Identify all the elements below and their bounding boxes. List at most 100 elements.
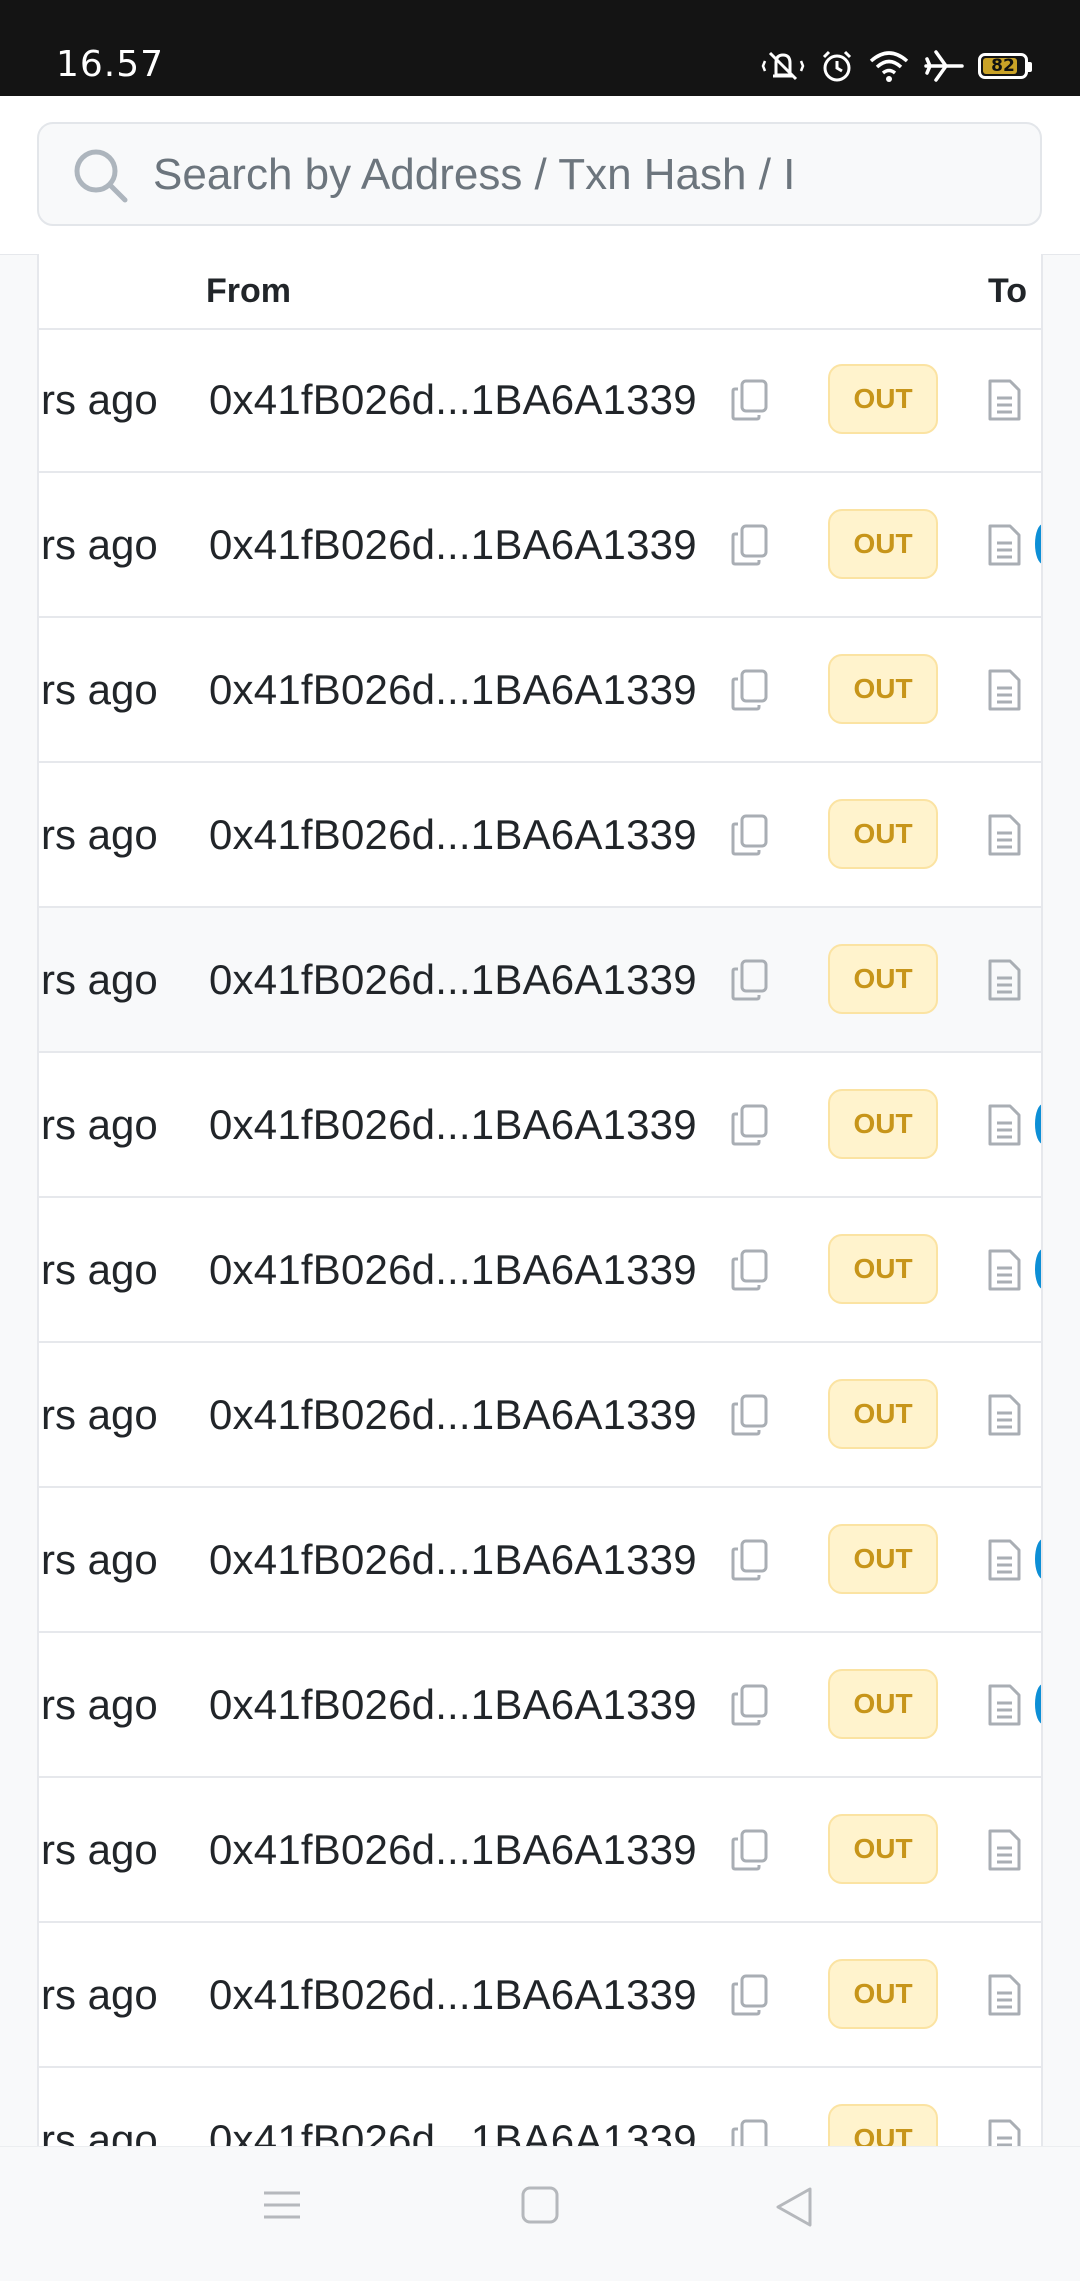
table-row[interactable]: rs ago 0x41fB026d...1BA6A1339 OUT [39, 473, 1041, 618]
search-box[interactable] [37, 122, 1042, 226]
from-address-link[interactable]: 0x41fB026d...1BA6A1339 [209, 473, 697, 616]
direction-badge: OUT [828, 1089, 938, 1159]
from-address-link[interactable]: 0x41fB026d...1BA6A1339 [209, 618, 697, 761]
from-address-link[interactable]: 0x41fB026d...1BA6A1339 [209, 1778, 697, 1921]
from-address-link[interactable]: 0x41fB026d...1BA6A1339 [209, 328, 697, 471]
txn-age: rs ago [41, 1391, 158, 1438]
table-row[interactable]: rs ago 0x41fB026d...1BA6A1339 OUT [39, 1343, 1041, 1488]
contract-document-icon [986, 1683, 1022, 1732]
direction-badge: OUT [828, 1814, 938, 1884]
table-row[interactable]: rs ago 0x41fB026d...1BA6A1339 OUT [39, 1778, 1041, 1923]
txn-age: rs ago [41, 1826, 158, 1873]
txn-age: rs ago [41, 1536, 158, 1583]
contract-document-icon [986, 1973, 1022, 2022]
txn-age: rs ago [41, 666, 158, 713]
copy-icon[interactable] [730, 1683, 770, 1732]
transactions-table: From To rs ago 0x41fB026d...1BA6A1339 OUT r… [37, 254, 1043, 2146]
copy-icon[interactable] [730, 1103, 770, 1152]
txn-age: rs ago [41, 1681, 158, 1728]
contract-document-icon [986, 1828, 1022, 1877]
direction-badge: OUT [828, 364, 938, 434]
copy-icon[interactable] [730, 378, 770, 427]
table-row[interactable]: rs ago 0x41fB026d...1BA6A1339 OUT [39, 1488, 1041, 1633]
from-address-link[interactable]: 0x41fB026d...1BA6A1339 [209, 2068, 697, 2146]
table-row[interactable]: rs ago 0x41fB026d...1BA6A1339 OUT [39, 908, 1041, 1053]
contract-document-icon [986, 1393, 1022, 1442]
copy-icon[interactable] [730, 1393, 770, 1442]
menu-icon[interactable] [262, 2185, 302, 2225]
to-address-link[interactable] [1035, 524, 1041, 564]
direction-badge: OUT [828, 2104, 938, 2146]
table-row[interactable]: rs ago 0x41fB026d...1BA6A1339 OUT [39, 2068, 1041, 2146]
copy-icon[interactable] [730, 1828, 770, 1877]
txn-age: rs ago [41, 811, 158, 858]
direction-badge: OUT [828, 944, 938, 1014]
txn-age: rs ago [41, 1246, 158, 1293]
table-row[interactable]: rs ago 0x41fB026d...1BA6A1339 OUT [39, 1923, 1041, 2068]
copy-icon[interactable] [730, 2118, 770, 2146]
copy-icon[interactable] [730, 958, 770, 1007]
search-input[interactable] [151, 124, 845, 226]
txn-age: rs ago [41, 376, 158, 423]
from-address-link[interactable]: 0x41fB026d...1BA6A1339 [209, 1488, 697, 1631]
from-address-link[interactable]: 0x41fB026d...1BA6A1339 [209, 1923, 697, 2066]
contract-document-icon [986, 378, 1022, 427]
txn-age: rs ago [41, 956, 158, 1003]
direction-badge: OUT [828, 1234, 938, 1304]
back-icon[interactable] [774, 2185, 814, 2229]
direction-badge: OUT [828, 1669, 938, 1739]
battery-icon: 82 [978, 53, 1032, 79]
home-icon[interactable] [520, 2185, 560, 2225]
to-address-link[interactable] [1035, 1684, 1041, 1724]
direction-badge: OUT [828, 509, 938, 579]
from-address-link[interactable]: 0x41fB026d...1BA6A1339 [209, 763, 697, 906]
status-time: 16.57 [56, 44, 165, 85]
from-address-link[interactable]: 0x41fB026d...1BA6A1339 [209, 908, 697, 1051]
to-address-link[interactable] [1035, 1539, 1041, 1579]
contract-document-icon [986, 1248, 1022, 1297]
column-header-to: To [988, 272, 1028, 310]
battery-level: 82 [991, 56, 1015, 76]
copy-icon[interactable] [730, 813, 770, 862]
from-address-link[interactable]: 0x41fB026d...1BA6A1339 [209, 1198, 697, 1341]
to-address-link[interactable] [1035, 1104, 1041, 1144]
contract-document-icon [986, 958, 1022, 1007]
from-address-link[interactable]: 0x41fB026d...1BA6A1339 [209, 1053, 697, 1196]
from-address-link[interactable]: 0x41fB026d...1BA6A1339 [209, 1633, 697, 1776]
column-header-from: From [206, 272, 291, 310]
contract-document-icon [986, 2118, 1022, 2146]
table-row[interactable]: rs ago 0x41fB026d...1BA6A1339 OUT [39, 328, 1041, 473]
copy-icon[interactable] [730, 523, 770, 572]
table-row[interactable]: rs ago 0x41fB026d...1BA6A1339 OUT [39, 1633, 1041, 1778]
to-address-link[interactable] [1035, 1249, 1041, 1289]
copy-icon[interactable] [730, 668, 770, 717]
wifi-icon [869, 51, 909, 82]
direction-badge: OUT [828, 1379, 938, 1449]
status-bar: 16.57 82 [0, 0, 1080, 96]
txn-age: rs ago [41, 521, 158, 568]
contract-document-icon [986, 1538, 1022, 1587]
txn-age: rs ago [41, 1971, 158, 2018]
status-icons: 82 [760, 46, 1032, 86]
table-row[interactable]: rs ago 0x41fB026d...1BA6A1339 OUT [39, 1053, 1041, 1198]
airplane-icon [924, 50, 964, 82]
direction-badge: OUT [828, 654, 938, 724]
table-row[interactable]: rs ago 0x41fB026d...1BA6A1339 OUT [39, 763, 1041, 908]
contract-document-icon [986, 1103, 1022, 1152]
txn-age: rs ago [41, 2116, 158, 2146]
txn-age: rs ago [41, 1101, 158, 1148]
copy-icon[interactable] [730, 1973, 770, 2022]
from-address-link[interactable]: 0x41fB026d...1BA6A1339 [209, 1343, 697, 1486]
copy-icon[interactable] [730, 1538, 770, 1587]
navigation-bar [0, 2146, 1080, 2281]
search-icon [74, 149, 128, 203]
vibrate-off-icon [761, 51, 805, 81]
direction-badge: OUT [828, 1524, 938, 1594]
direction-badge: OUT [828, 1959, 938, 2029]
contract-document-icon [986, 668, 1022, 717]
contract-document-icon [986, 813, 1022, 862]
table-row[interactable]: rs ago 0x41fB026d...1BA6A1339 OUT [39, 1198, 1041, 1343]
copy-icon[interactable] [730, 1248, 770, 1297]
table-row[interactable]: rs ago 0x41fB026d...1BA6A1339 OUT [39, 618, 1041, 763]
header [0, 96, 1080, 255]
